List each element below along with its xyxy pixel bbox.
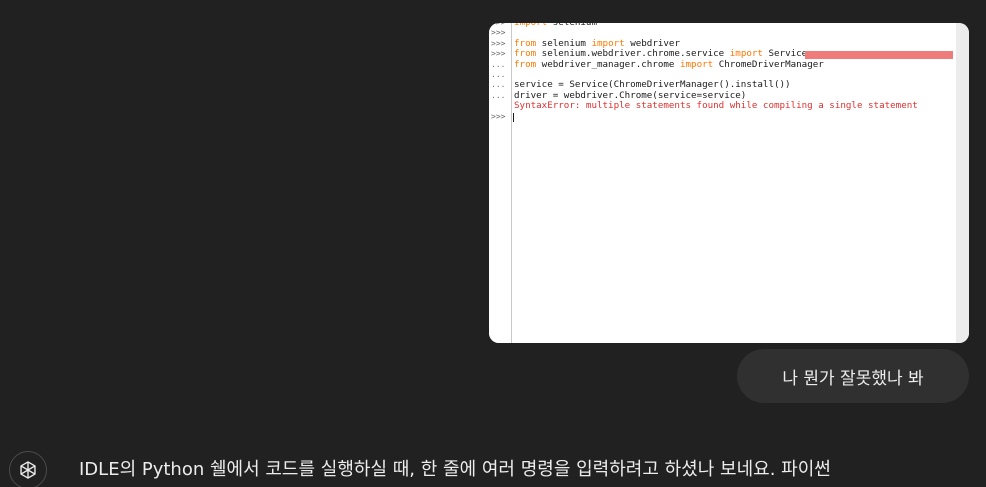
idle-code-text: ChromeDriverManager xyxy=(713,58,824,70)
idle-prompt: ... xyxy=(491,80,506,90)
idle-keyword: from xyxy=(514,48,537,60)
user-message-bubble: 나 뭔가 잘못했나 봐 xyxy=(737,349,969,403)
idle-prompt: >>> xyxy=(491,38,506,48)
idle-code: from webdriver_manager.chrome import Chr… xyxy=(514,58,824,70)
chat-page: >>>import selenium>>>>>>from selenium im… xyxy=(0,0,986,487)
text-cursor xyxy=(513,112,514,122)
idle-code: SyntaxError: multiple statements found w… xyxy=(514,100,918,112)
idle-code-text: Service xyxy=(762,48,808,60)
idle-line: >>> xyxy=(489,112,956,122)
idle-prompt: ... xyxy=(491,90,506,100)
idle-code-text: selenium xyxy=(547,23,597,28)
idle-code-text: selenium.webdriver.chrome.service xyxy=(536,48,730,60)
idle-scrollbar xyxy=(956,23,969,343)
idle-code-text: driver = webdriver.Chrome(service=servic… xyxy=(514,89,747,101)
idle-prompt: >>> xyxy=(491,28,506,38)
attached-screenshot-image[interactable]: >>>import selenium>>>>>>from selenium im… xyxy=(489,23,969,343)
idle-code-text: webdriver_manager.chrome xyxy=(536,58,680,70)
user-message-text: 나 뭔가 잘못했나 봐 xyxy=(782,368,924,389)
idle-code-text: service = Service(ChromeDriverManager().… xyxy=(514,79,791,91)
idle-prompt: >>> xyxy=(491,111,506,121)
idle-shell-output: >>>import selenium>>>>>>from selenium im… xyxy=(489,23,956,122)
idle-line: SyntaxError: multiple statements found w… xyxy=(489,100,956,112)
assistant-message-text: IDLE의 Python 쉘에서 코드를 실행하실 때, 한 줄에 여러 명령을… xyxy=(79,459,831,480)
idle-prompt: >>> xyxy=(491,49,506,59)
idle-code-text: selenium xyxy=(536,37,592,49)
idle-keyword: from xyxy=(514,58,537,70)
idle-line: ... from webdriver_manager.chrome import … xyxy=(489,58,956,70)
idle-prompt: ... xyxy=(491,69,506,79)
redaction-highlight xyxy=(805,51,953,60)
idle-keyword: import xyxy=(729,48,763,60)
idle-error-text: SyntaxError: multiple statements found w… xyxy=(514,100,918,112)
openai-logo-icon xyxy=(20,461,36,479)
idle-code-text: webdriver xyxy=(624,37,680,49)
idle-keyword: from xyxy=(514,37,537,49)
idle-keyword: import xyxy=(514,23,547,28)
assistant-avatar xyxy=(9,451,47,487)
idle-prompt: ... xyxy=(491,59,506,69)
idle-keyword: import xyxy=(679,58,714,70)
idle-keyword: import xyxy=(591,37,625,49)
